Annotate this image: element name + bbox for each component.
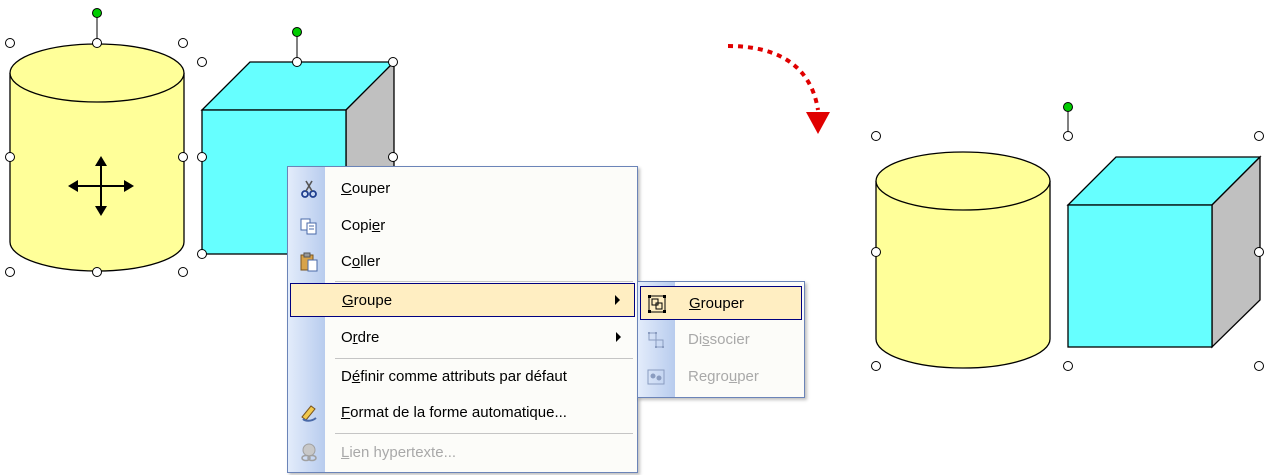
menu-item-copy[interactable]: Copier <box>290 209 635 243</box>
menu-item-label: Copier <box>341 217 386 234</box>
hyperlink-icon <box>301 443 317 462</box>
menu-item-label: Coller <box>341 253 381 270</box>
submenu-arrow-icon <box>615 295 620 305</box>
scissors-icon <box>301 180 317 198</box>
menu-item-format-autoshape[interactable]: Format de la forme automatique... <box>290 396 635 430</box>
menu-item-label: Ordre <box>341 329 380 346</box>
menu-item-label: Lien hypertexte... <box>341 444 457 461</box>
menu-item-label: Dissocier <box>688 331 750 348</box>
format-autoshape-icon <box>301 405 317 422</box>
submenu-item-group[interactable]: Grouper <box>640 286 802 320</box>
menu-item-set-default[interactable]: Définir comme attributs par défaut <box>290 360 635 394</box>
paste-icon <box>300 252 318 272</box>
menu-item-label: Couper <box>341 180 391 197</box>
menu-separator <box>335 358 633 359</box>
menu-separator <box>335 433 633 434</box>
menu-separator <box>335 281 633 282</box>
cylinder-shape-left[interactable] <box>9 43 185 272</box>
menu-item-label: Groupe <box>342 292 393 309</box>
submenu-item-ungroup[interactable]: Dissocier <box>640 323 802 357</box>
menu-item-cut[interactable]: Couper <box>290 172 635 206</box>
menu-item-label: Format de la forme automatique... <box>341 404 567 421</box>
submenu-arrow-icon <box>616 332 621 342</box>
menu-item-order[interactable]: Ordre <box>290 321 635 355</box>
copy-icon <box>300 218 317 235</box>
cylinder-shape-right[interactable] <box>875 151 1051 369</box>
group-submenu: Grouper Dissocier Regrouper <box>637 281 805 398</box>
group-icon <box>648 295 666 313</box>
ungroup-icon <box>648 332 664 348</box>
regroup-icon <box>647 369 665 385</box>
menu-item-label: Définir comme attributs par défaut <box>341 368 567 385</box>
menu-item-label: Regrouper <box>688 368 759 385</box>
menu-item-hyperlink[interactable]: Lien hypertexte... <box>290 436 635 470</box>
transition-arrow <box>727 44 830 134</box>
cube-shape-right[interactable] <box>1066 155 1262 349</box>
context-menu: Couper Copier Coller Groupe Ordre Défini… <box>287 166 638 473</box>
submenu-item-regroup[interactable]: Regrouper <box>640 360 802 394</box>
menu-item-group[interactable]: Groupe <box>290 283 635 317</box>
menu-item-paste[interactable]: Coller <box>290 245 635 279</box>
menu-item-label: Grouper <box>689 295 745 312</box>
